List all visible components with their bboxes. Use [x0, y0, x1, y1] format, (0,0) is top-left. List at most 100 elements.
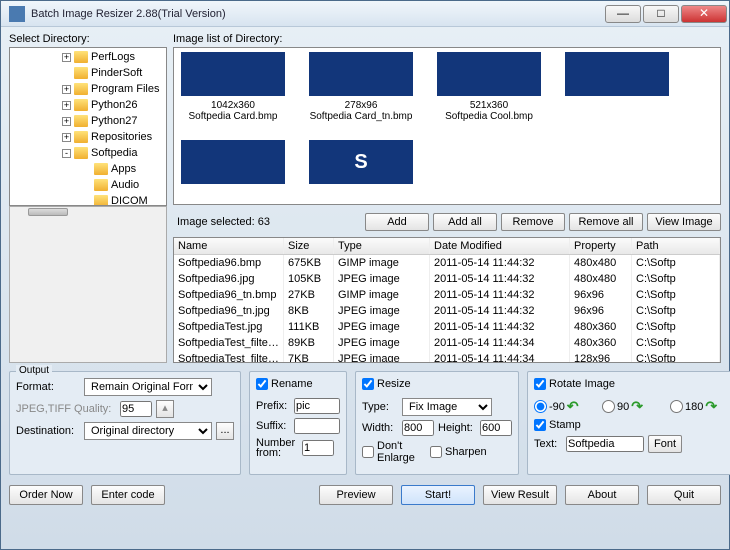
tree-item[interactable]: Audio	[10, 177, 166, 193]
table-row[interactable]: SoftpediaTest_filter...89KBJPEG image201…	[174, 335, 720, 351]
folder-icon	[74, 131, 88, 143]
dest-label: Destination:	[16, 425, 80, 437]
tree-item[interactable]: PinderSoft	[10, 65, 166, 81]
quality-input[interactable]	[120, 401, 152, 417]
add-all-button[interactable]: Add all	[433, 213, 497, 231]
resize-type-select[interactable]: Fix Image	[402, 398, 492, 416]
folder-icon	[94, 163, 108, 175]
add-button[interactable]: Add	[365, 213, 429, 231]
thumbnail[interactable]: 1042x360Softpedia Card.bmp	[178, 52, 288, 122]
folder-icon	[74, 115, 88, 127]
resize-type-label: Type:	[362, 401, 398, 413]
sharpen-checkbox[interactable]: Sharpen	[430, 446, 494, 458]
folder-icon	[74, 99, 88, 111]
image-list-label: Image list of Directory:	[173, 33, 721, 45]
rotate-p180[interactable]: 180↷	[670, 398, 730, 415]
folder-icon	[74, 83, 88, 95]
tree-item[interactable]: DICOM	[10, 193, 166, 206]
stamp-text-input[interactable]	[566, 436, 644, 452]
suffix-label: Suffix:	[256, 420, 290, 432]
prefix-input[interactable]	[294, 398, 340, 414]
directory-tree[interactable]: +PerfLogsPinderSoft+Program Files+Python…	[9, 47, 167, 206]
window-title: Batch Image Resizer 2.88(Trial Version)	[31, 8, 605, 20]
number-from-input[interactable]	[302, 440, 334, 456]
dont-enlarge-checkbox[interactable]: Don't Enlarge	[362, 440, 426, 464]
col-property[interactable]: Property	[570, 238, 632, 254]
thumbnail[interactable]	[178, 140, 288, 188]
titlebar[interactable]: Batch Image Resizer 2.88(Trial Version) …	[1, 1, 729, 27]
dest-select[interactable]: Original directory	[84, 422, 212, 440]
prefix-label: Prefix:	[256, 400, 290, 412]
maximize-button[interactable]: □	[643, 5, 679, 23]
stamp-checkbox[interactable]: Stamp	[534, 419, 598, 431]
tree-hscroll[interactable]	[9, 206, 167, 363]
selection-count: Image selected: 63	[173, 216, 270, 228]
suffix-input[interactable]	[294, 418, 340, 434]
tree-item[interactable]: -Softpedia	[10, 145, 166, 161]
preview-button[interactable]: Preview	[319, 485, 393, 505]
thumbnail[interactable]: S	[306, 140, 416, 188]
col-type[interactable]: Type	[334, 238, 430, 254]
table-row[interactable]: Softpedia96_tn.jpg8KBJPEG image2011-05-1…	[174, 303, 720, 319]
resize-checkbox[interactable]: Resize	[362, 378, 411, 390]
thumbnail[interactable]: 278x96Softpedia Card_tn.bmp	[306, 52, 416, 122]
tree-item[interactable]: Apps	[10, 161, 166, 177]
folder-icon	[74, 67, 88, 79]
remove-all-button[interactable]: Remove all	[569, 213, 643, 231]
tree-item[interactable]: +Program Files	[10, 81, 166, 97]
tree-item[interactable]: +PerfLogs	[10, 49, 166, 65]
format-select[interactable]: Remain Original Format	[84, 378, 212, 396]
quit-button[interactable]: Quit	[647, 485, 721, 505]
tree-item[interactable]: +Python26	[10, 97, 166, 113]
dest-browse-button[interactable]: ...	[216, 422, 234, 440]
width-label: Width:	[362, 422, 398, 434]
rotate-n90[interactable]: -90↶	[534, 398, 598, 415]
thumbnail[interactable]: 521x360Softpedia Cool.bmp	[434, 52, 544, 122]
col-path[interactable]: Path	[632, 238, 720, 254]
folder-icon	[94, 195, 108, 206]
order-now-button[interactable]: Order Now	[9, 485, 83, 505]
tree-item[interactable]: +Python27	[10, 113, 166, 129]
rename-checkbox[interactable]: Rename	[256, 378, 313, 390]
quality-spin[interactable]: ▴	[156, 400, 174, 418]
folder-icon	[74, 147, 88, 159]
rename-group: Rename Prefix: Suffix: Number from:	[249, 371, 347, 475]
table-row[interactable]: SoftpediaTest.jpg111KBJPEG image2011-05-…	[174, 319, 720, 335]
table-row[interactable]: SoftpediaTest_filter...7KBJPEG image2011…	[174, 351, 720, 363]
enter-code-button[interactable]: Enter code	[91, 485, 165, 505]
about-button[interactable]: About	[565, 485, 639, 505]
table-row[interactable]: Softpedia96.bmp675KBGIMP image2011-05-14…	[174, 255, 720, 271]
close-button[interactable]: ✕	[681, 5, 727, 23]
rotate-p90[interactable]: 90↷	[602, 398, 666, 415]
table-row[interactable]: Softpedia96_tn.bmp27KBGIMP image2011-05-…	[174, 287, 720, 303]
resize-group: Resize Type: Fix Image Width: Height: Don…	[355, 371, 519, 475]
number-from-label: Number from:	[256, 438, 298, 458]
file-table[interactable]: Name Size Type Date Modified Property Pa…	[173, 237, 721, 363]
height-label: Height:	[438, 422, 476, 434]
view-result-button[interactable]: View Result	[483, 485, 557, 505]
start-button[interactable]: Start!	[401, 485, 475, 505]
app-window: Batch Image Resizer 2.88(Trial Version) …	[0, 0, 730, 550]
col-date[interactable]: Date Modified	[430, 238, 570, 254]
view-image-button[interactable]: View Image	[647, 213, 721, 231]
remove-button[interactable]: Remove	[501, 213, 565, 231]
output-title: Output	[16, 365, 52, 376]
table-row[interactable]: Softpedia96.jpg105KBJPEG image2011-05-14…	[174, 271, 720, 287]
col-name[interactable]: Name	[174, 238, 284, 254]
col-size[interactable]: Size	[284, 238, 334, 254]
minimize-button[interactable]: —	[605, 5, 641, 23]
folder-icon	[74, 51, 88, 63]
format-label: Format:	[16, 381, 80, 393]
rotate-group: Rotate Image -90↶ 90↷ 180↷ Stamp Text: F…	[527, 371, 730, 475]
select-directory-label: Select Directory:	[9, 33, 167, 45]
height-input[interactable]	[480, 420, 512, 436]
width-input[interactable]	[402, 420, 434, 436]
output-group: Output Format: Remain Original Format JP…	[9, 371, 241, 475]
tree-item[interactable]: +Repositories	[10, 129, 166, 145]
font-button[interactable]: Font	[648, 435, 682, 453]
quality-label: JPEG,TIFF Quality:	[16, 403, 116, 415]
thumbnail[interactable]	[562, 52, 672, 122]
thumbnail-panel[interactable]: 1042x360Softpedia Card.bmp 278x96Softpedi…	[173, 47, 721, 205]
folder-icon	[94, 179, 108, 191]
rotate-checkbox[interactable]: Rotate Image	[534, 378, 615, 390]
